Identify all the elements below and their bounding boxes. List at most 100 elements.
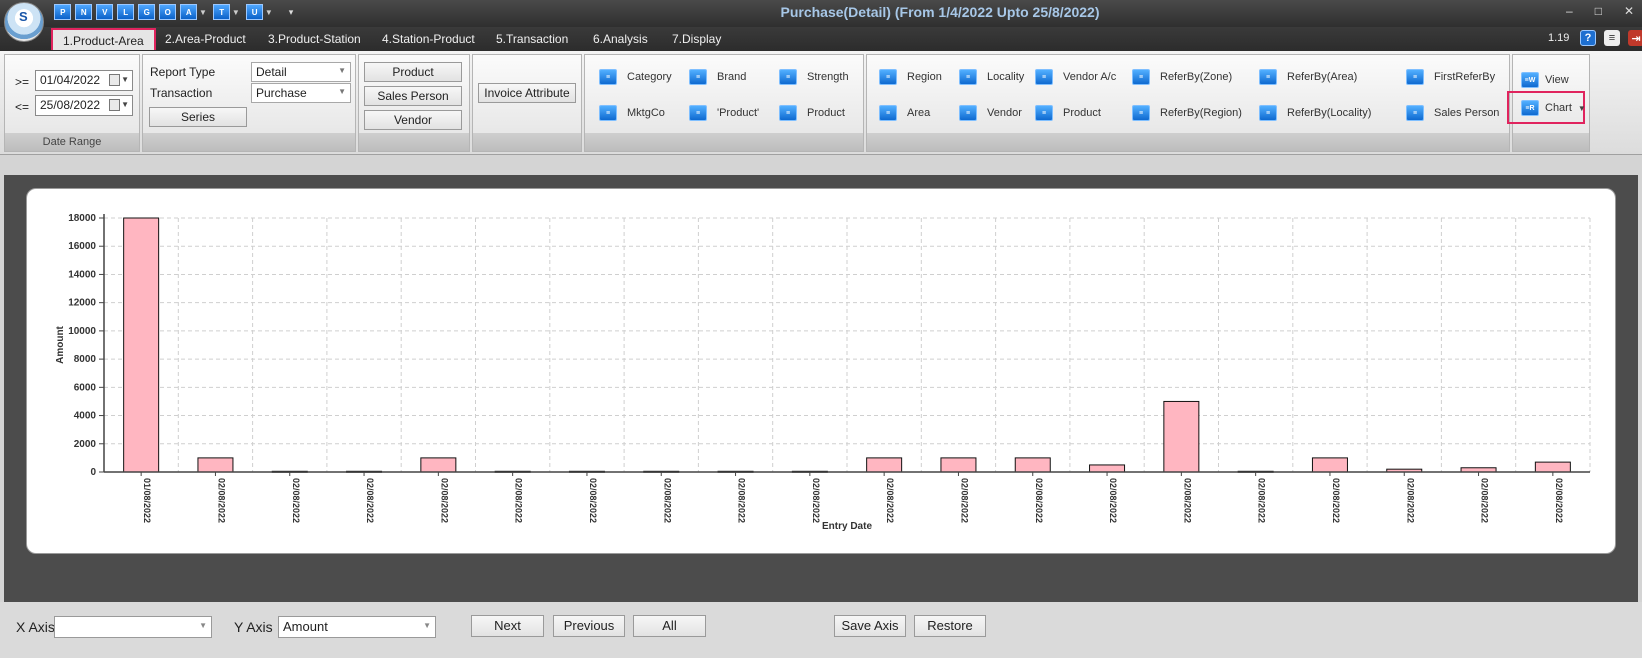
x-tick-label: 01/08/2022 [142,478,152,523]
sales-person-button[interactable]: Sales Person [364,86,462,106]
strength-icon: ≡ [779,69,797,85]
quick-access-a-button[interactable]: A [180,4,197,20]
party-group-label [359,133,469,151]
quick-access-g-button[interactable]: G [138,4,155,20]
product-button[interactable]: Product [364,62,462,82]
tab-transaction[interactable]: 5.Transaction [496,32,568,46]
mktgco-button[interactable]: ≡ MktgCo [599,105,665,121]
window-title: Purchase(Detail) (From 1/4/2022 Upto 25/… [780,4,1100,20]
y-axis-select[interactable]: Amount ▼ [278,616,436,638]
maximize-button[interactable]: □ [1595,4,1602,18]
window-controls: – □ ✕ [1566,4,1634,18]
save-axis-button[interactable]: Save Axis [834,615,906,637]
to-date-field[interactable]: 25/08/2022 ▼ [35,95,133,116]
referby-locality-button[interactable]: ≡ ReferBy(Locality) [1259,105,1371,121]
all-button[interactable]: All [633,615,706,637]
ribbon-item-label: ReferBy(Area) [1287,71,1358,83]
brand-button[interactable]: ≡ Brand [689,69,746,85]
title-bar: P N V L G O A ▼ T ▼ U ▼ ▾ Purchase(Detail) (From 1/4… [0,0,1642,27]
quick-access-l-button[interactable]: L [117,4,134,20]
brand-icon: ≡ [689,69,707,85]
vendor-button[interactable]: Vendor [364,110,462,130]
x-tick-label: 02/08/2022 [365,478,375,523]
y-axis-label: Y Axis [234,619,273,635]
view-group-label [1513,133,1589,151]
chevron-down-icon[interactable]: ▼ [1578,104,1586,113]
quick-access-u-button[interactable]: U [245,4,263,20]
calendar-icon[interactable] [109,99,120,111]
x-tick-label: 02/08/2022 [588,478,598,523]
from-date-field[interactable]: 01/04/2022 ▼ [35,70,133,91]
quick-access-t-button[interactable]: T [212,4,230,20]
referby-zone-button[interactable]: ≡ ReferBy(Zone) [1132,69,1232,85]
tab-display[interactable]: 7.Display [672,32,721,46]
series-button[interactable]: Series [149,107,247,127]
exit-icon[interactable]: ⇥ [1628,30,1642,46]
tab-station-product[interactable]: 4.Station-Product [382,32,475,46]
close-button[interactable]: ✕ [1624,4,1634,18]
chevron-down-icon[interactable]: ▼ [199,8,207,17]
ribbon-item-label: Product [1063,107,1101,119]
report-type-select[interactable]: Detail ▼ [251,62,351,82]
chevron-down-icon[interactable]: ▼ [265,8,273,17]
customize-toolbar-icon[interactable]: ▾ [289,7,294,18]
referby-locality-icon: ≡ [1259,105,1277,121]
x-axis-select[interactable]: ▼ [54,616,212,638]
strength-button[interactable]: ≡ Strength [779,69,849,85]
referby-region-button[interactable]: ≡ ReferBy(Region) [1132,105,1242,121]
quick-access-o-button[interactable]: O [159,4,176,20]
report-group-label [143,133,355,151]
y-tick-label: 10000 [68,326,96,337]
invoice-attribute-button[interactable]: Invoice Attribute [478,83,576,103]
tab-area-product[interactable]: 2.Area-Product [165,32,246,46]
category-button[interactable]: ≡ Category [599,69,672,85]
area-grouping-group: ≡ Region ≡ Locality ≡ Vendor A/c ≡ ReferBy(Zone… [866,54,1510,152]
product-grouping-label [585,133,863,151]
tab-analysis[interactable]: 6.Analysis [593,32,648,46]
tab-product-area[interactable]: 1.Product-Area [51,28,156,50]
chevron-down-icon: ▼ [338,66,346,75]
minimize-button[interactable]: – [1566,4,1573,18]
vendor-account-button[interactable]: ≡ Vendor A/c [1035,69,1116,85]
previous-button[interactable]: Previous [553,615,625,637]
first-referby-button[interactable]: ≡ FirstReferBy [1406,69,1495,85]
ribbon-item-label: 'Product' [717,107,760,119]
restore-button[interactable]: Restore [914,615,986,637]
product-group-button[interactable]: ≡ 'Product' [689,105,759,121]
bar [1311,457,1348,473]
quick-access-p-button[interactable]: P [54,4,71,20]
transaction-select[interactable]: Purchase ▼ [251,83,351,103]
x-tick-label: 02/08/2022 [1554,478,1564,523]
view-button[interactable]: ≡W View [1521,72,1569,88]
app-logo[interactable]: S [4,2,44,42]
next-button[interactable]: Next [471,615,544,637]
vendor-button[interactable]: ≡ Vendor [959,105,1022,121]
locality-button[interactable]: ≡ Locality [959,69,1024,85]
bar [197,457,234,473]
referby-area-button[interactable]: ≡ ReferBy(Area) [1259,69,1357,85]
x-tick-label: 02/08/2022 [1034,478,1044,523]
quick-access-n-button[interactable]: N [75,4,92,20]
x-tick-label: 02/08/2022 [291,478,301,523]
calendar-icon[interactable] [109,74,120,86]
region-button[interactable]: ≡ Region [879,69,942,85]
product-button[interactable]: ≡ Product [779,105,845,121]
quick-access-v-button[interactable]: V [96,4,113,20]
area-button[interactable]: ≡ Area [879,105,930,121]
chart-icon: ≡R [1521,100,1539,116]
report-type-label: Report Type [150,65,216,79]
sales-person-button[interactable]: ≡ Sales Person [1406,105,1499,121]
y-axis-title: Amount [55,325,66,363]
from-operator: >= [15,75,30,89]
help-icon[interactable]: ? [1580,30,1596,46]
bar [1089,464,1126,473]
ribbon-item-label: ReferBy(Zone) [1160,71,1233,83]
ribbon-item-label: Vendor A/c [1063,71,1117,83]
product-button[interactable]: ≡ Product [1035,105,1101,121]
notes-icon[interactable]: ≡ [1604,30,1620,46]
y-tick-label: 4000 [74,411,97,422]
chevron-down-icon[interactable]: ▼ [232,8,240,17]
tab-product-station[interactable]: 3.Product-Station [268,32,361,46]
y-tick-label: 6000 [74,382,97,393]
chart-button[interactable]: ≡R Chart ▼ [1521,100,1586,116]
